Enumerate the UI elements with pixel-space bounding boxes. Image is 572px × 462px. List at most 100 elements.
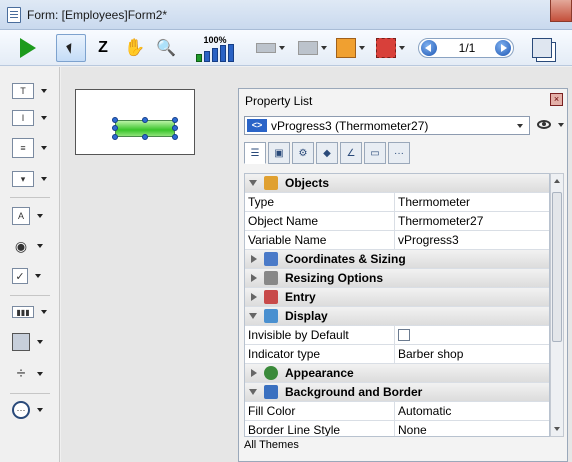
scrollbar-thumb[interactable]: [552, 192, 562, 342]
group-objects[interactable]: Objects: [245, 174, 549, 193]
coordinates-icon: [264, 252, 278, 266]
form-area[interactable]: [75, 89, 195, 155]
group-display[interactable]: Display: [245, 307, 549, 326]
palette-field-tool[interactable]: I: [12, 107, 52, 129]
object-selector[interactable]: <> vProgress3 (Thermometer27): [244, 116, 530, 135]
scroll-down-icon[interactable]: [554, 427, 560, 431]
list-icon: ☰: [250, 147, 260, 159]
monitor-icon: ▭: [370, 147, 380, 159]
palette-combo-tool[interactable]: ▾: [12, 168, 52, 190]
group-resizing-options[interactable]: Resizing Options: [245, 269, 549, 288]
palette-checkbox-tool[interactable]: ✓: [12, 265, 52, 287]
chevron-down-icon: [358, 46, 365, 50]
distribute-button[interactable]: [294, 34, 330, 62]
previous-page-button[interactable]: [421, 40, 437, 56]
pages-icon: [532, 38, 552, 58]
chevron-down-icon: [37, 214, 43, 218]
chevron-down-icon[interactable]: [558, 123, 564, 127]
text-tool-icon: T: [12, 83, 34, 99]
resize-handle[interactable]: [142, 117, 148, 123]
zoom-level-button[interactable]: 100%: [184, 34, 246, 62]
database-icon: ▣: [274, 147, 284, 159]
chevron-down-icon: [41, 116, 47, 120]
close-icon[interactable]: ×: [550, 93, 563, 106]
tab-list[interactable]: ☰: [244, 142, 266, 164]
checkbox-tool-icon: ✓: [12, 268, 28, 284]
palette-divider: [10, 197, 50, 198]
palette-plugin-tool[interactable]: ⋯: [12, 399, 52, 421]
resize-handle[interactable]: [112, 117, 118, 123]
resize-handle[interactable]: [172, 125, 178, 131]
resize-handle[interactable]: [112, 134, 118, 140]
tab-chart[interactable]: ∠: [340, 142, 362, 164]
property-value: Automatic: [398, 404, 452, 418]
page-indicator: 1/1: [458, 41, 476, 55]
chevron-down-icon: [37, 340, 43, 344]
group-background-border[interactable]: Background and Border: [245, 383, 549, 402]
tab-settings[interactable]: ⚙: [292, 142, 314, 164]
entry-icon: [264, 290, 278, 304]
thermometer-tool-icon: ▮▮▮: [12, 306, 34, 318]
tab-format[interactable]: ◆: [316, 142, 338, 164]
run-form-button[interactable]: [14, 34, 42, 62]
property-tabs: ☰ ▣ ⚙ ◆ ∠ ▭ ···: [244, 142, 410, 164]
group-entry[interactable]: Entry: [245, 288, 549, 307]
level-button[interactable]: [332, 34, 368, 62]
palette-list-tool[interactable]: ≡: [12, 137, 52, 159]
eye-icon[interactable]: [537, 120, 551, 129]
invisible-by-default-checkbox[interactable]: [398, 329, 410, 341]
palette-rectangle-tool[interactable]: ■: [12, 331, 52, 353]
tab-more[interactable]: ···: [388, 142, 410, 164]
object-selector-value: vProgress3 (Thermometer27): [271, 119, 429, 133]
scroll-up-icon[interactable]: [554, 179, 560, 183]
combo-tool-icon: ▾: [12, 171, 34, 187]
group-button[interactable]: [372, 34, 408, 62]
resize-handle[interactable]: [142, 134, 148, 140]
property-row[interactable]: Invisible by Default: [245, 326, 549, 345]
property-row[interactable]: Border Line Style None: [245, 421, 549, 436]
group-label: Coordinates & Sizing: [285, 252, 406, 266]
property-row[interactable]: Indicator type Barber shop: [245, 345, 549, 364]
view-pages-button[interactable]: [528, 34, 556, 62]
property-key: Object Name: [248, 214, 319, 228]
theme-filter-label: All Themes: [244, 439, 299, 451]
chevron-down-icon: [398, 46, 405, 50]
property-list-scrollbar[interactable]: [550, 173, 564, 437]
group-label: Entry: [285, 290, 316, 304]
hand-tool-button[interactable]: ✋: [122, 34, 148, 62]
plugin-tool-icon: ⋯: [12, 401, 30, 419]
zoom-tool-button[interactable]: 🔍: [152, 34, 180, 62]
tab-display[interactable]: ▭: [364, 142, 386, 164]
property-key: Type: [248, 195, 275, 209]
zoom-bars-icon: [196, 44, 234, 62]
resize-handle[interactable]: [112, 125, 118, 131]
group-label: Appearance: [285, 366, 354, 380]
background-border-icon: [264, 385, 278, 399]
palette-text-tool[interactable]: T: [12, 80, 52, 102]
property-row[interactable]: Fill Color Automatic: [245, 402, 549, 421]
property-row[interactable]: Type Thermometer: [245, 193, 549, 212]
radio-tool-icon: ◉: [14, 237, 28, 254]
select-tool-button[interactable]: [56, 34, 86, 62]
property-row[interactable]: Object Name Thermometer27: [245, 212, 549, 231]
palette-thermometer-tool[interactable]: ▮▮▮: [12, 301, 52, 323]
palette-splitter-tool[interactable]: ÷: [12, 363, 52, 385]
group-appearance[interactable]: Appearance: [245, 364, 549, 383]
close-window-button[interactable]: [550, 0, 572, 22]
alignment-button[interactable]: [252, 34, 288, 62]
page-navigator: 1/1: [418, 38, 514, 58]
entry-order-button[interactable]: Z: [90, 34, 116, 62]
palette-radio-tool[interactable]: ◉: [12, 235, 52, 257]
resize-handle[interactable]: [172, 134, 178, 140]
group-coordinates-sizing[interactable]: Coordinates & Sizing: [245, 250, 549, 269]
palette-button-tool[interactable]: A: [12, 205, 52, 227]
window-title: Form: [Employees]Form2*: [27, 8, 168, 22]
objects-icon: [264, 176, 278, 190]
resize-handle[interactable]: [172, 117, 178, 123]
group-label: Display: [285, 309, 328, 323]
tab-database[interactable]: ▣: [268, 142, 290, 164]
chevron-down-icon: [37, 372, 43, 376]
property-row[interactable]: Variable Name vProgress3: [245, 231, 549, 250]
next-page-button[interactable]: [495, 40, 511, 56]
chevron-right-icon: [251, 255, 257, 263]
